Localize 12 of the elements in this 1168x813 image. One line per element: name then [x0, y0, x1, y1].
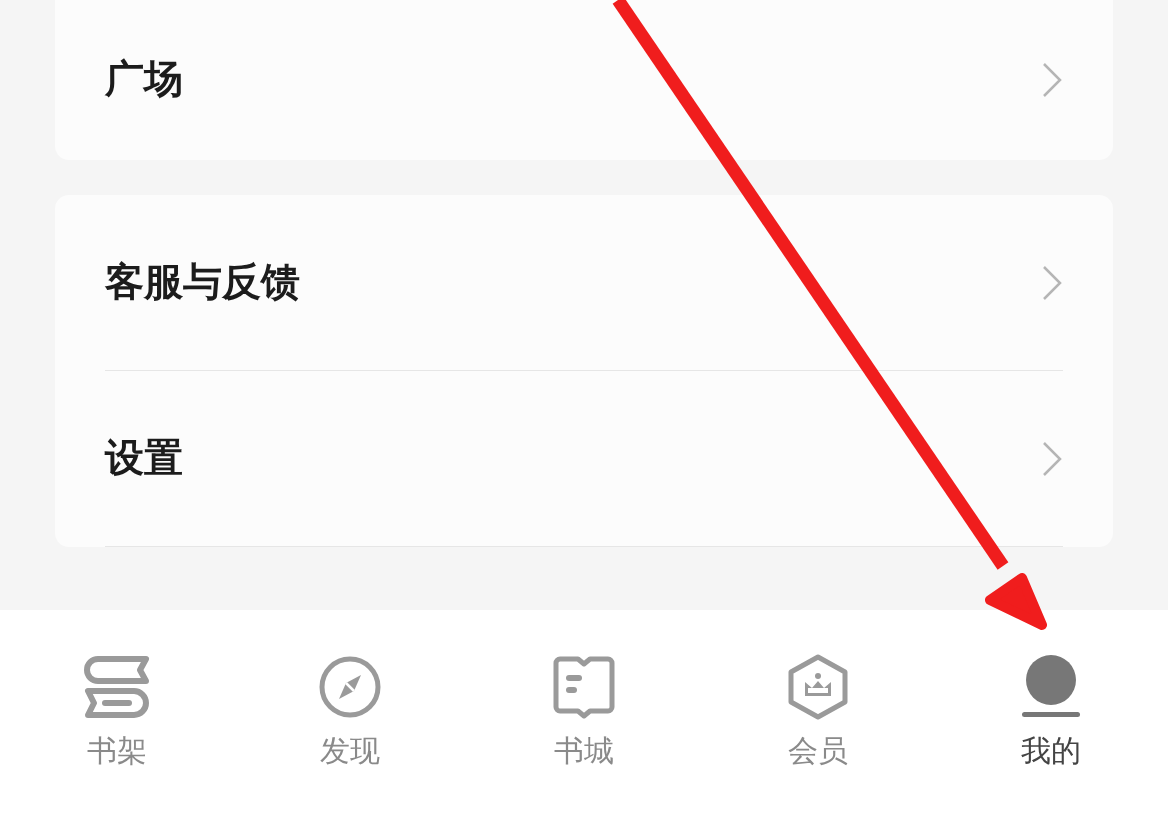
avatar-icon — [1021, 654, 1082, 720]
chevron-right-icon — [1041, 60, 1063, 99]
crown-hexagon-icon — [786, 654, 849, 720]
compass-icon — [318, 655, 383, 719]
menu-item-label[interactable]: 广场 — [105, 50, 183, 109]
tab-bar-item[interactable]: 我的 — [934, 610, 1168, 813]
menu-item-label[interactable]: 客服与反馈 — [105, 253, 300, 312]
books-icon — [83, 656, 150, 718]
open-book-icon — [552, 655, 616, 719]
chevron-right-icon — [1041, 263, 1063, 302]
chevron-right-icon — [1041, 439, 1063, 478]
menu-item-label[interactable]: 设置 — [105, 429, 183, 488]
